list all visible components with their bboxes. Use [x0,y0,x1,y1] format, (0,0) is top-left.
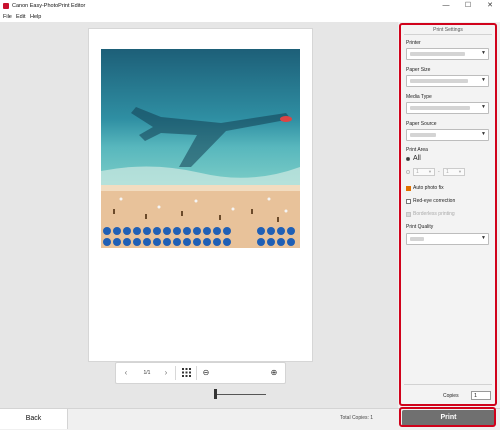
paper-preview [88,28,313,362]
next-page-button[interactable]: › [158,363,174,383]
paper-source-label: Paper Source [406,121,437,127]
page-indicator: 1/1 [143,370,151,376]
chevron-down-icon: ▼ [481,104,486,110]
print-quality-label: Print Quality [406,224,434,230]
range-dash: - [438,169,440,175]
print-range-radio[interactable] [406,170,410,174]
paper-source-dropdown[interactable]: ▼ [406,129,489,141]
zoom-in-icon[interactable]: ⊕ [268,363,280,383]
panel-divider [404,34,492,35]
auto-photo-fix-checkbox[interactable] [406,186,411,191]
borderless-checkbox[interactable] [406,212,411,217]
preview-toolbar: ‹ 1/1 › ⊖ ⊕ [115,362,286,384]
zoom-slider-track[interactable] [214,394,266,395]
menu-help[interactable]: Help [30,14,41,20]
chevron-down-icon: ▼ [481,77,486,83]
panel-title: Print Settings [433,27,463,33]
zoom-slider-thumb[interactable] [214,389,217,399]
total-copies-text: Total Copies: 1 [340,415,374,421]
range-to-dropdown[interactable]: 1 ▼ [443,168,465,176]
window-title: Canon Easy-PhotoPrint Editor [12,3,86,9]
close-button[interactable]: ✕ [480,1,500,11]
range-from-dropdown[interactable]: 1 ▼ [413,168,435,176]
auto-photo-fix-label: Auto photo fix [413,185,444,191]
print-button-highlight [399,407,496,427]
borderless-label: Borderless printing [413,211,455,217]
preview-workspace [0,22,398,408]
print-area-label: Print Area [406,147,428,153]
minimize-button[interactable]: — [436,1,456,11]
grid-view-icon[interactable] [178,363,194,383]
menu-edit[interactable]: Edit [16,14,25,20]
zoom-out-icon[interactable]: ⊖ [200,363,212,383]
red-eye-checkbox[interactable] [406,199,411,204]
app-icon [3,3,9,9]
paper-size-label: Paper Size [406,67,431,73]
maximize-button[interactable]: ☐ [458,1,478,11]
menu-bar: File Edit Help [0,12,500,22]
chevron-down-icon: ▼ [481,131,486,137]
menu-file[interactable]: File [3,14,12,20]
printer-label: Printer [406,40,421,46]
toolbar-divider [175,366,176,380]
chevron-down-icon: ▼ [481,235,486,241]
print-all-radio[interactable] [406,157,410,161]
paper-size-dropdown[interactable]: ▼ [406,75,489,87]
media-type-label: Media Type [406,94,432,100]
print-quality-dropdown[interactable]: ▼ [406,233,489,245]
copies-label: Copies [443,393,459,399]
print-settings-panel: Print Settings Printer ▼ Paper Size ▼ Me… [399,23,497,406]
photo-preview[interactable] [101,49,300,248]
back-button[interactable]: Back [0,409,68,429]
copies-divider [404,384,492,385]
print-all-label: All [413,155,421,162]
toolbar-divider [196,366,197,380]
printer-dropdown[interactable]: ▼ [406,48,489,60]
media-type-dropdown[interactable]: ▼ [406,102,489,114]
prev-page-button[interactable]: ‹ [118,363,134,383]
chevron-down-icon: ▼ [481,50,486,56]
copies-input[interactable]: 1 [471,391,491,400]
red-eye-label: Red-eye correction [413,198,456,204]
